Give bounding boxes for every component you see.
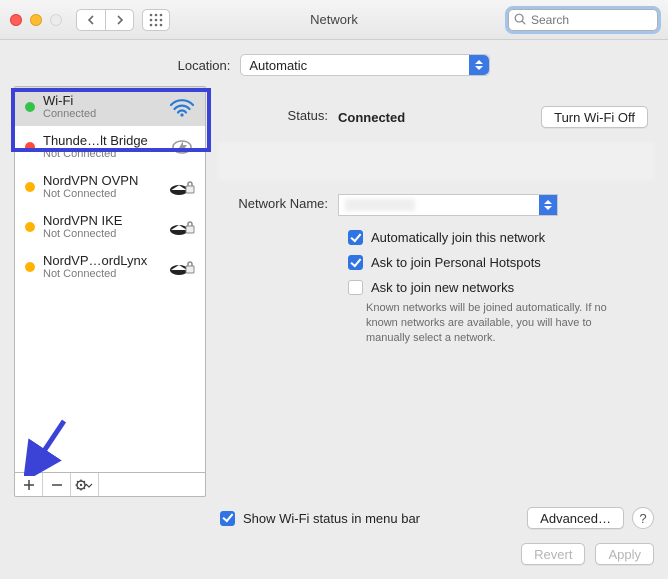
service-list: Wi-Fi Connected	[14, 86, 206, 473]
ask-new-networks-checkbox[interactable]	[348, 280, 363, 295]
plus-icon	[23, 479, 35, 491]
location-select[interactable]: Automatic	[240, 54, 490, 76]
ask-new-networks-row: Ask to join new networks	[348, 280, 654, 295]
close-window-button[interactable]	[10, 14, 22, 26]
service-state: Not Connected	[43, 268, 159, 280]
vpn-lock-icon	[169, 177, 195, 197]
show-wifi-status-label: Show Wi-Fi status in menu bar	[243, 511, 420, 526]
status-dot-icon	[25, 182, 35, 192]
auto-join-row: Automatically join this network	[348, 230, 654, 245]
location-label: Location:	[178, 58, 231, 73]
advanced-button[interactable]: Advanced…	[527, 507, 624, 529]
network-name-select[interactable]	[338, 194, 558, 216]
sidebar: Wi-Fi Connected	[14, 86, 206, 497]
auto-join-checkbox[interactable]	[348, 230, 363, 245]
service-item-nordvpn-ike[interactable]: NordVPN IKE Not Connected	[15, 206, 205, 246]
status-value: Connected	[338, 110, 405, 125]
service-actions-button[interactable]	[71, 473, 99, 496]
service-item-nordvpn-ovpn[interactable]: NordVPN OVPN Not Connected	[15, 166, 205, 206]
status-dot-icon	[25, 262, 35, 272]
show-all-button[interactable]	[142, 9, 170, 31]
nav-back-forward	[76, 9, 134, 31]
service-name: Wi-Fi	[43, 93, 159, 108]
detail-panel: Status: Connected Turn Wi-Fi Off Network…	[218, 86, 654, 497]
question-mark-icon: ?	[639, 511, 646, 526]
redacted-ssid	[345, 199, 415, 211]
service-name: NordVPN IKE	[43, 213, 159, 228]
ask-new-networks-note: Known networks will be joined automatica…	[366, 301, 654, 346]
vpn-lock-icon	[169, 257, 195, 277]
titlebar: Network	[0, 0, 668, 40]
network-name-label: Network Name:	[218, 194, 338, 211]
service-item-nordvpn-nordlynx[interactable]: NordVP…ordLynx Not Connected	[15, 246, 205, 286]
show-wifi-status-checkbox[interactable]	[220, 511, 235, 526]
ask-hotspots-row: Ask to join Personal Hotspots	[348, 255, 654, 270]
network-name-row: Network Name:	[218, 194, 654, 216]
window-controls	[10, 14, 62, 26]
redacted-area	[218, 142, 654, 180]
revert-button[interactable]: Revert	[521, 543, 585, 565]
sidebar-toolbar	[14, 473, 206, 497]
add-service-button[interactable]	[15, 473, 43, 496]
service-item-wifi[interactable]: Wi-Fi Connected	[15, 87, 205, 126]
service-state: Connected	[43, 108, 159, 120]
apply-button[interactable]: Apply	[595, 543, 654, 565]
gear-dropdown-icon	[75, 479, 95, 491]
help-button[interactable]: ?	[632, 507, 654, 529]
wifi-icon	[169, 97, 195, 117]
auto-join-label: Automatically join this network	[371, 230, 545, 245]
grid-icon	[149, 13, 163, 27]
minus-icon	[51, 479, 63, 491]
service-item-thunderbolt-bridge[interactable]: Thunde…lt Bridge Not Connected	[15, 126, 205, 166]
thunderbolt-icon	[170, 138, 194, 156]
service-name: NordVPN OVPN	[43, 173, 159, 188]
status-row: Status: Connected Turn Wi-Fi Off	[218, 106, 654, 128]
footer-actions: Revert Apply	[0, 533, 668, 579]
service-name: Thunde…lt Bridge	[43, 133, 159, 148]
forward-button[interactable]	[105, 10, 133, 30]
location-row: Location: Automatic	[0, 40, 668, 86]
ask-new-networks-label: Ask to join new networks	[371, 280, 514, 295]
status-dot-icon	[25, 102, 35, 112]
service-state: Not Connected	[43, 228, 159, 240]
updown-arrows-icon	[469, 55, 489, 75]
status-label: Status:	[218, 106, 338, 123]
remove-service-button[interactable]	[43, 473, 71, 496]
service-state: Not Connected	[43, 188, 159, 200]
back-button[interactable]	[77, 10, 105, 30]
location-value: Automatic	[249, 58, 307, 73]
ask-hotspots-label: Ask to join Personal Hotspots	[371, 255, 541, 270]
ask-hotspots-checkbox[interactable]	[348, 255, 363, 270]
status-dot-icon	[25, 222, 35, 232]
vpn-lock-icon	[169, 217, 195, 237]
service-state: Not Connected	[43, 148, 159, 160]
chevron-left-icon	[87, 15, 95, 25]
status-dot-icon	[25, 142, 35, 152]
chevron-right-icon	[116, 15, 124, 25]
search-icon	[513, 12, 527, 26]
zoom-window-button[interactable]	[50, 14, 62, 26]
search-input[interactable]	[508, 9, 658, 31]
updown-arrows-icon	[539, 195, 557, 215]
service-name: NordVP…ordLynx	[43, 253, 159, 268]
bottom-strip: Show Wi-Fi status in menu bar Advanced… …	[0, 497, 668, 533]
search-field-wrap	[508, 9, 658, 31]
turn-wifi-off-button[interactable]: Turn Wi-Fi Off	[541, 106, 648, 128]
minimize-window-button[interactable]	[30, 14, 42, 26]
